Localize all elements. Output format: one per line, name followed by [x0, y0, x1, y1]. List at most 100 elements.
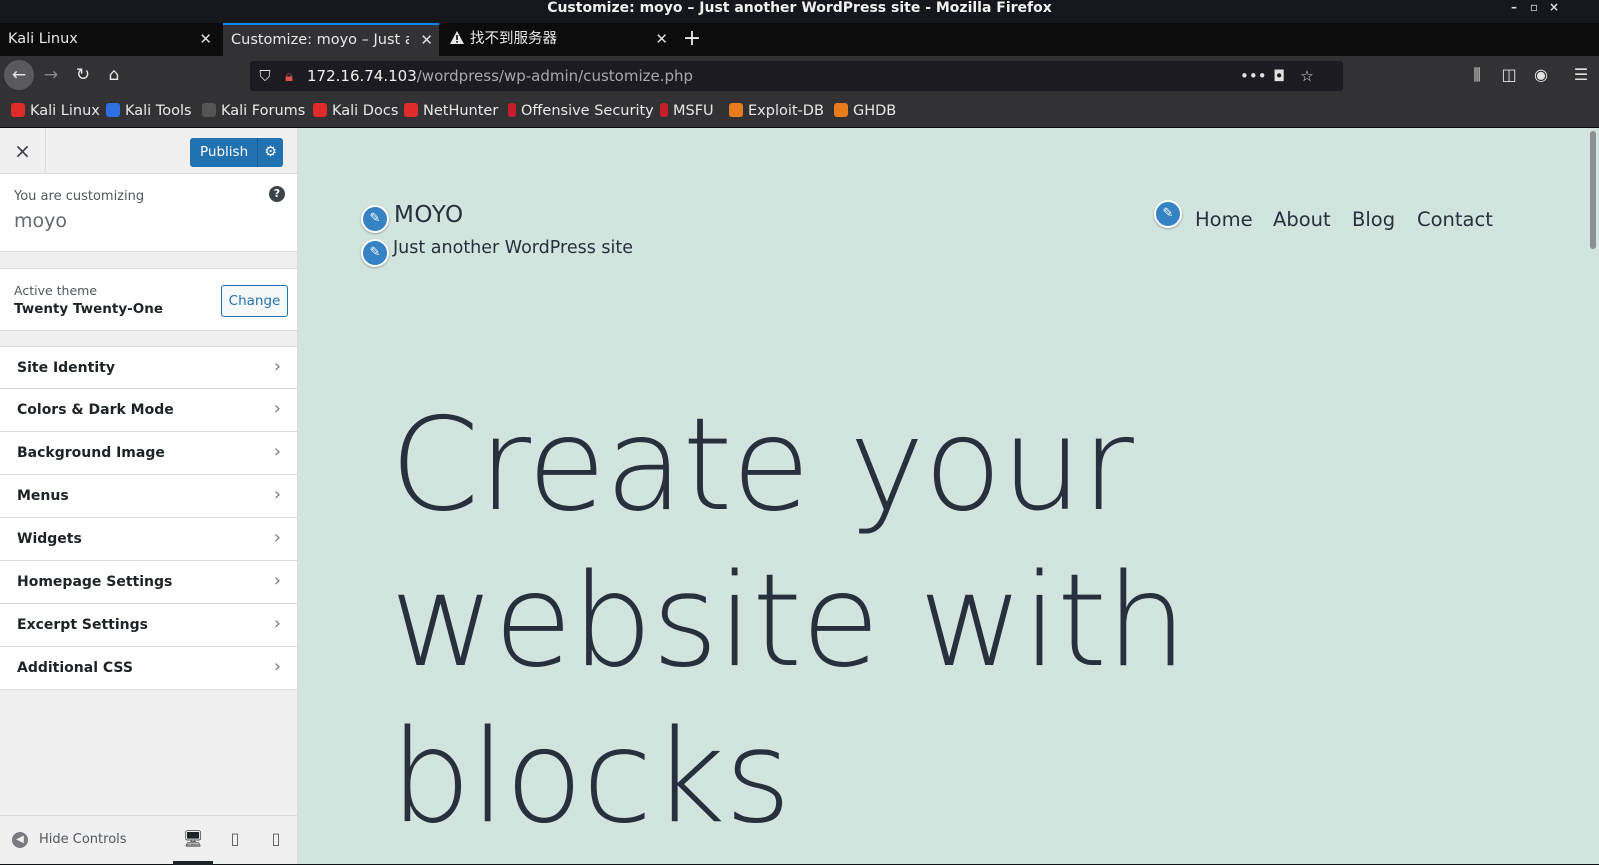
change-theme-button[interactable]: Change: [221, 285, 288, 317]
section-menus[interactable]: Menus ›: [0, 475, 297, 518]
kali-docs-icon: [313, 103, 327, 117]
shield-icon[interactable]: ⛉: [254, 61, 276, 91]
publish-label: Publish: [200, 144, 249, 160]
bookmark-offensive-security[interactable]: Offensive Security: [508, 96, 654, 126]
chevron-right-icon: ›: [273, 441, 281, 462]
library-icon[interactable]: ⫼: [1464, 60, 1490, 90]
site-title[interactable]: MOYO: [394, 202, 464, 228]
account-icon[interactable]: ◉: [1528, 60, 1554, 90]
scrollbar-thumb[interactable]: [1590, 131, 1596, 249]
preview-scrollbar[interactable]: [1585, 128, 1599, 864]
section-background-image[interactable]: Background Image ›: [0, 432, 297, 475]
tab-close-icon[interactable]: ✕: [199, 23, 212, 55]
site-preview: ✎ ✎ ✎ MOYO Just another WordPress site H…: [298, 128, 1599, 864]
publish-button[interactable]: Publish ⚙: [190, 138, 283, 167]
bookmark-kali-docs[interactable]: Kali Docs: [313, 96, 398, 126]
bookmark-ghdb[interactable]: GHDB: [834, 96, 896, 126]
url-bar[interactable]: ⛉ 🔒︎ 172.16.74.103/wordpress/wp-admin/cu…: [250, 61, 1343, 91]
theme-name: Twenty Twenty-One: [14, 301, 163, 317]
chevron-right-icon: ›: [273, 613, 281, 634]
hide-controls-button[interactable]: Hide Controls: [39, 816, 127, 864]
mobile-preview-icon[interactable]: ▯: [256, 816, 296, 865]
window-title: Customize: moyo – Just another WordPress…: [547, 0, 1052, 16]
maximize-icon[interactable]: ▫: [1524, 0, 1544, 16]
tab-server-not-found[interactable]: 找不到服务器 ✕: [444, 23, 674, 56]
section-homepage-settings[interactable]: Homepage Settings ›: [0, 561, 297, 604]
section-widgets[interactable]: Widgets ›: [0, 518, 297, 561]
window-close-icon[interactable]: ×: [1544, 0, 1564, 16]
desktop-preview-icon[interactable]: 🖥︎: [173, 816, 213, 865]
home-button[interactable]: ⌂: [99, 60, 129, 90]
back-button[interactable]: ←: [4, 60, 34, 90]
hero-line: blocks: [390, 703, 791, 852]
customizer-footer: ◀ Hide Controls 🖥︎ ▯ ▯: [0, 815, 297, 865]
tab-close-icon[interactable]: ✕: [420, 25, 433, 55]
page-actions-icon[interactable]: •••: [1240, 61, 1267, 91]
section-excerpt-settings[interactable]: Excerpt Settings ›: [0, 604, 297, 647]
bookmark-msfu[interactable]: MSFU: [660, 96, 714, 126]
customizer-sections: Site Identity › Colors & Dark Mode › Backg…: [0, 346, 297, 690]
menu-item-about[interactable]: About: [1273, 208, 1331, 231]
bookmarks-toolbar: Kali Linux Kali Tools Kali Forums Kali D…: [0, 96, 1599, 128]
hero-heading: Create your website with blocks: [390, 388, 1187, 856]
minimize-icon[interactable]: –: [1504, 0, 1524, 16]
gear-icon[interactable]: ⚙: [257, 138, 283, 167]
new-tab-button[interactable]: +: [678, 23, 706, 56]
pocket-icon[interactable]: ◘: [1268, 61, 1290, 91]
forward-button[interactable]: →: [36, 60, 66, 90]
bookmark-exploit-db[interactable]: Exploit-DB: [729, 96, 824, 126]
chevron-right-icon: ›: [273, 527, 281, 548]
tab-close-icon[interactable]: ✕: [655, 23, 668, 55]
close-customizer-icon[interactable]: ×: [0, 128, 46, 174]
reload-button[interactable]: ↻: [68, 60, 98, 90]
collapse-icon[interactable]: ◀: [12, 832, 28, 848]
menu-item-blog[interactable]: Blog: [1352, 208, 1395, 231]
chevron-right-icon: ›: [273, 656, 281, 677]
active-theme-label: Active theme: [14, 283, 98, 298]
tab-bar: Kali Linux ✕ Customize: moyo – Just anot…: [0, 23, 1599, 56]
customizing-site-name: moyo: [14, 210, 68, 232]
section-colors-dark-mode[interactable]: Colors & Dark Mode ›: [0, 389, 297, 432]
menu-item-contact[interactable]: Contact: [1417, 208, 1493, 231]
section-site-identity[interactable]: Site Identity ›: [0, 346, 297, 389]
edit-title-pencil-icon[interactable]: ✎: [361, 205, 389, 233]
help-icon[interactable]: ?: [269, 186, 285, 202]
bookmark-kali-tools[interactable]: Kali Tools: [106, 96, 192, 126]
warning-icon: [450, 31, 464, 44]
kali-tools-icon: [106, 103, 120, 117]
bookmark-kali-forums[interactable]: Kali Forums: [202, 96, 305, 126]
tab-label: Kali Linux: [8, 31, 78, 47]
tablet-preview-icon[interactable]: ▯: [215, 816, 255, 865]
sidebar-toggle-icon[interactable]: ◫: [1496, 60, 1522, 90]
menu-icon[interactable]: ☰: [1568, 60, 1594, 90]
nethunter-icon: [404, 103, 418, 117]
customizer-header: × Publish ⚙: [0, 128, 297, 174]
edit-tagline-pencil-icon[interactable]: ✎: [361, 239, 389, 267]
hero-line: Create your: [390, 391, 1134, 540]
kali-icon: [11, 103, 25, 117]
bookmark-nethunter[interactable]: NetHunter: [404, 96, 498, 126]
page-content: × Publish ⚙ You are customizing moyo ? A…: [0, 128, 1599, 865]
chevron-right-icon: ›: [273, 570, 281, 591]
nav-bar: ← → ↻ ⌂ ⛉ 🔒︎ 172.16.74.103/wordpress/wp-…: [0, 56, 1599, 96]
customizing-label: You are customizing: [14, 189, 145, 204]
edit-menu-pencil-icon[interactable]: ✎: [1154, 200, 1182, 228]
site-tagline: Just another WordPress site: [393, 238, 634, 258]
offsec-icon: [508, 103, 516, 117]
window-titlebar: Customize: moyo – Just another WordPress…: [0, 0, 1599, 23]
bookmark-star-icon[interactable]: ☆: [1296, 61, 1318, 91]
section-additional-css[interactable]: Additional CSS ›: [0, 647, 297, 690]
tab-customize[interactable]: Customize: moyo – Just another WordPress…: [223, 23, 439, 56]
chevron-right-icon: ›: [273, 356, 281, 377]
customizing-info: You are customizing moyo ?: [0, 174, 297, 252]
insecure-lock-icon[interactable]: 🔒︎: [278, 61, 300, 91]
tab-kali-linux[interactable]: Kali Linux ✕: [0, 23, 218, 56]
kali-forums-icon: [202, 103, 216, 117]
chevron-right-icon: ›: [273, 484, 281, 505]
hero-line: website with: [390, 547, 1187, 696]
bookmark-kali-linux[interactable]: Kali Linux: [11, 96, 100, 126]
url-text[interactable]: 172.16.74.103/wordpress/wp-admin/customi…: [307, 61, 693, 91]
tab-label: Customize: moyo – Just another WordPress…: [231, 32, 409, 48]
menu-item-home[interactable]: Home: [1195, 208, 1253, 231]
exploit-db-icon: [729, 103, 743, 117]
